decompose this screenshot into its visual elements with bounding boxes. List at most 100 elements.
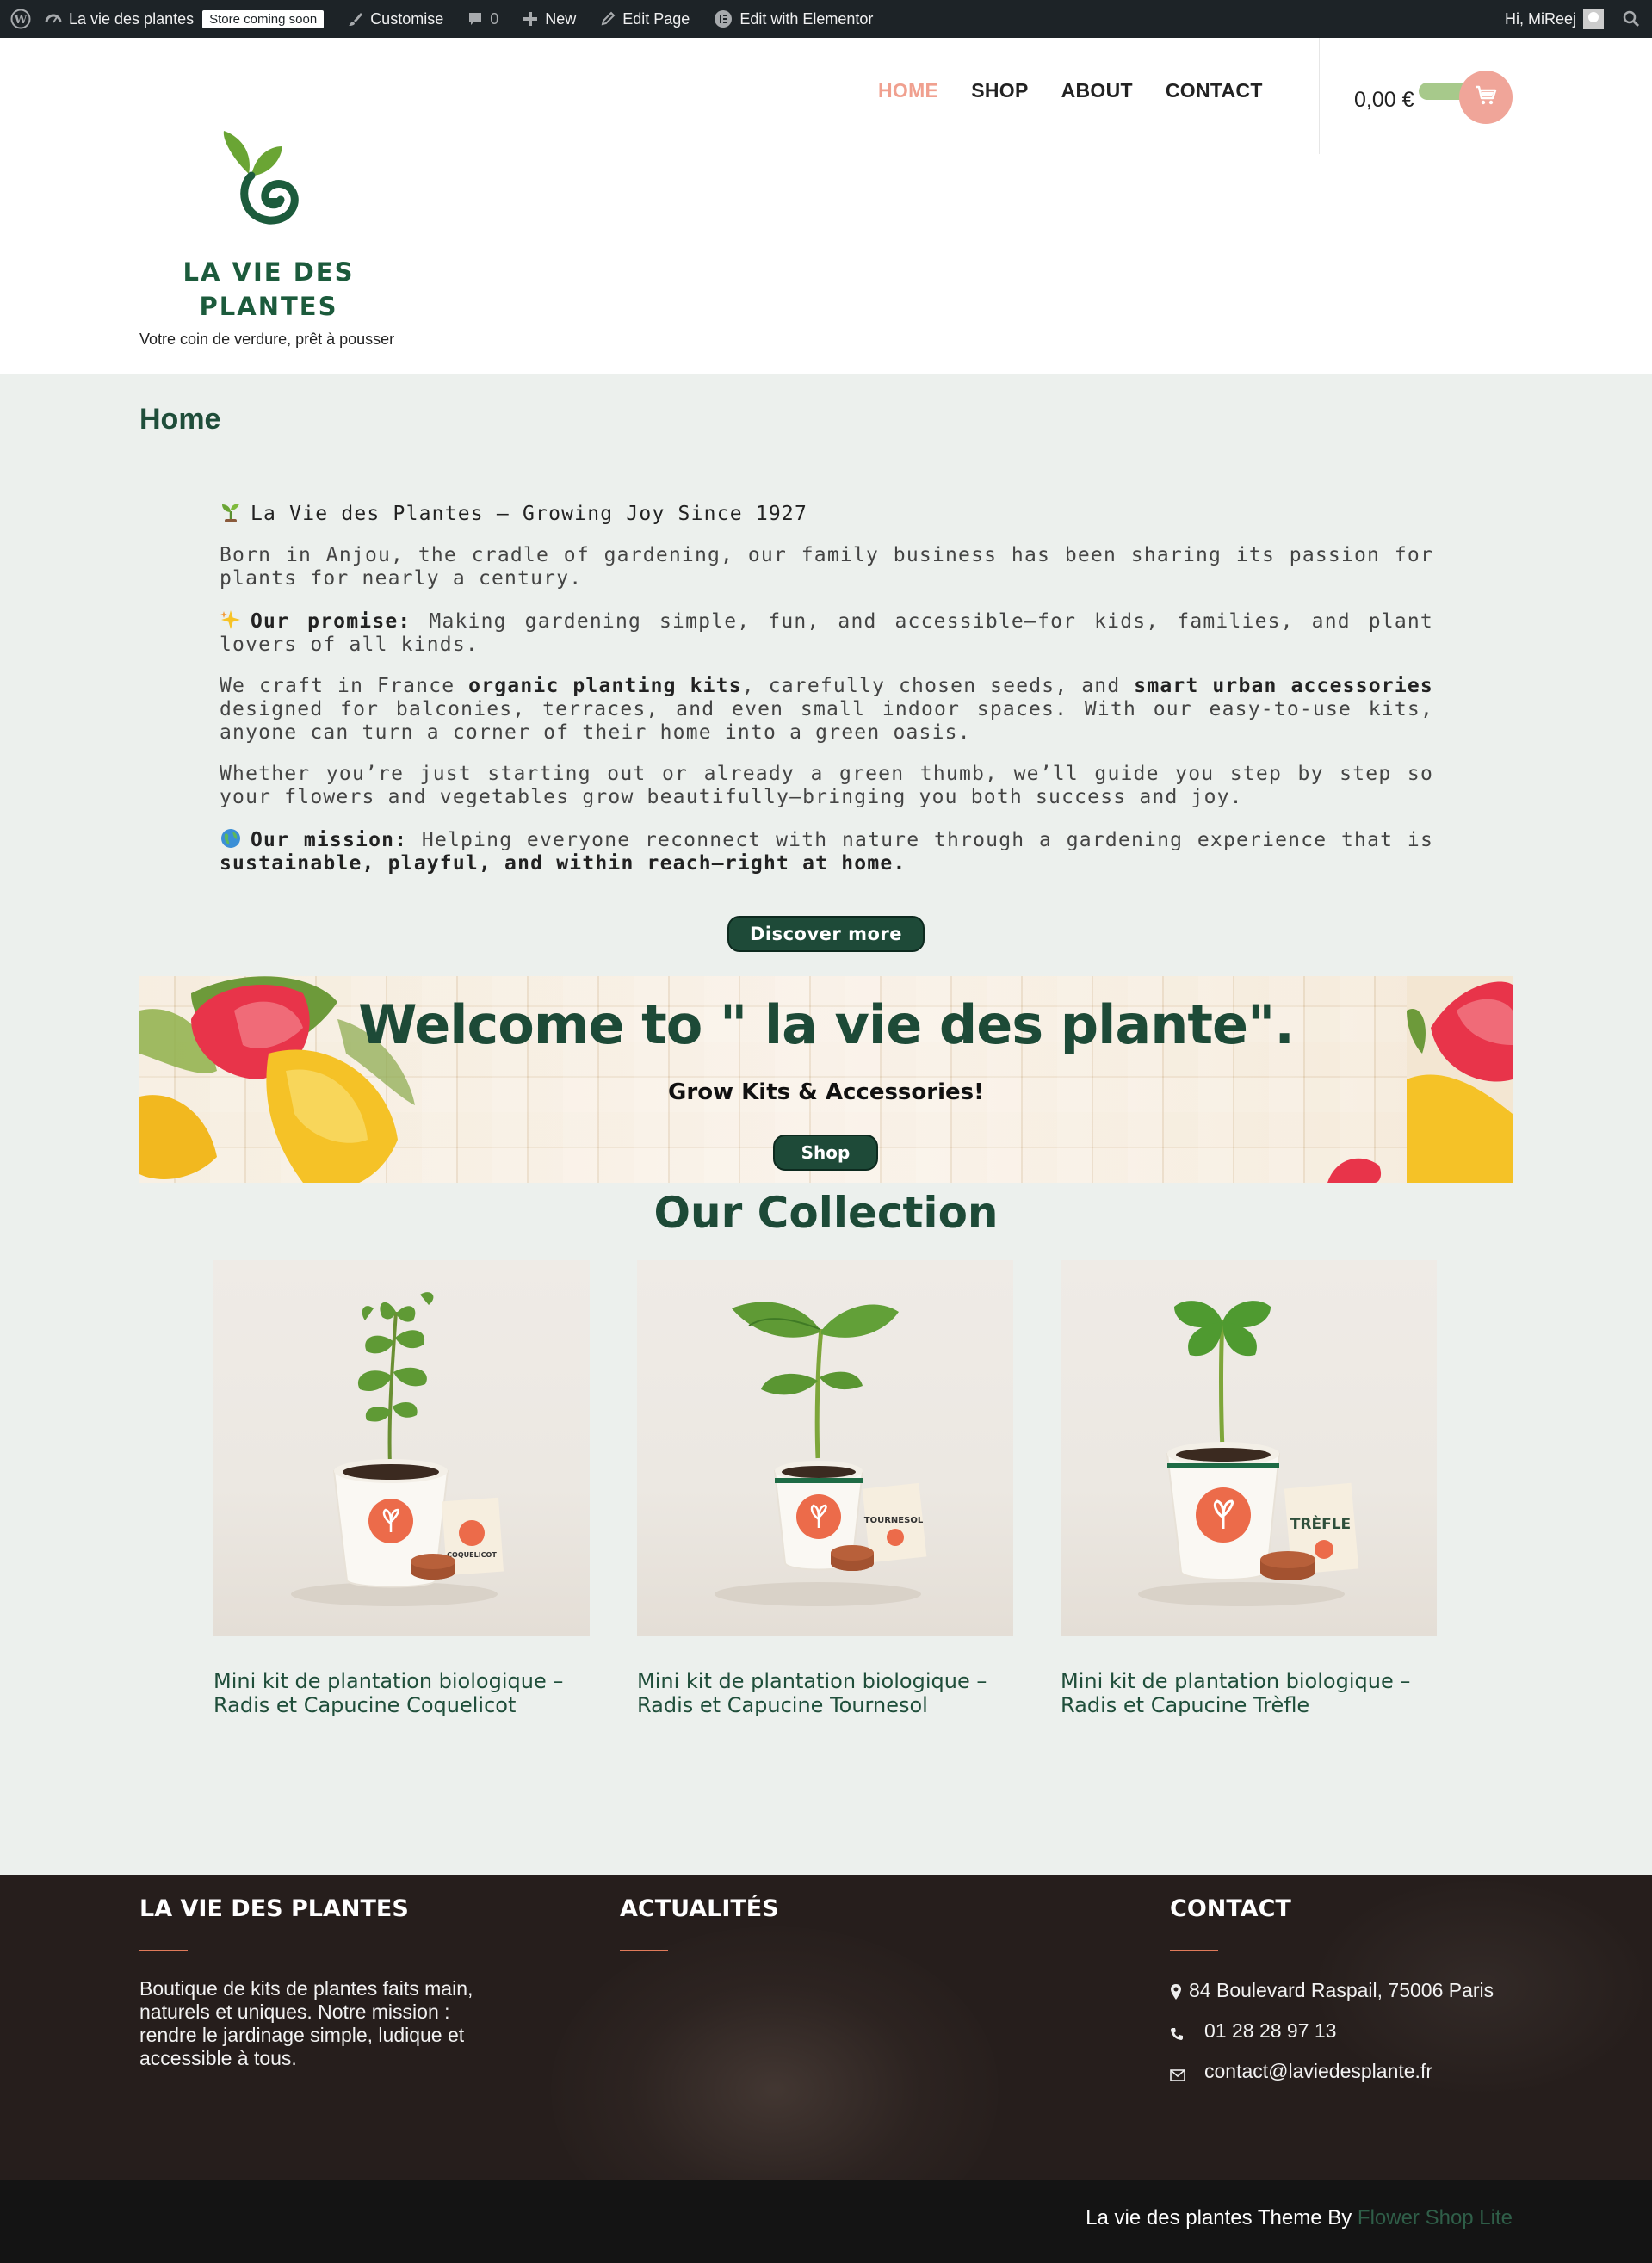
mission-text: Helping everyone reconnect with nature t… [407,829,1433,851]
site-logo[interactable]: LA VIE DES PLANTES [172,124,370,331]
search-icon [1623,10,1640,28]
p3-c: , carefully chosen seeds, and [741,675,1135,697]
cart-button[interactable] [1459,71,1513,124]
site-name-menu[interactable]: La vie des plantes Store coming soon [41,0,336,38]
site-footer: LA VIE DES PLANTES Boutique de kits de p… [0,1875,1652,2180]
logo-mark: LA VIE DES PLANTES [183,131,355,321]
intro-p4-text: Whether you’re just starting out or alre… [220,763,1433,808]
footer-email[interactable]: contact@laviedesplante.fr [1170,2058,1514,2087]
product-card[interactable]: TRÈFLE Mini kit de plantation biologique… [1061,1260,1437,1717]
theme-credit-link[interactable]: Flower Shop Lite [1358,2206,1513,2229]
p3-smart-accessories: smart urban accessories [1134,675,1433,697]
plus-icon [523,11,538,27]
welcome-banner: Welcome to " la vie des plante". Grow Ki… [139,976,1513,1183]
cart-icon [1475,85,1497,109]
phone-text: 01 28 28 97 13 [1204,2019,1337,2042]
product-image-trefle[interactable]: TRÈFLE [1061,1260,1437,1636]
customise-label: Customise [370,9,444,28]
footer-about: LA VIE DES PLANTES Boutique de kits de p… [139,1895,484,2070]
intro-paragraph-4: Whether you’re just starting out or alre… [220,763,1433,809]
edit-elementor-link[interactable]: Edit with Elementor [702,0,885,38]
comments-link[interactable]: 0 [455,0,510,38]
email-text: contact@laviedesplante.fr [1204,2060,1432,2082]
seed-card-label: COQUELICOT [447,1551,497,1559]
product-image-tournesol[interactable]: TOURNESOL [637,1260,1013,1636]
primary-nav: HOME SHOP ABOUT CONTACT [878,79,1296,102]
logo-text-line1: LA VIE DES [183,257,355,287]
new-label: New [545,9,577,28]
store-coming-soon-badge[interactable]: Store coming soon [202,9,325,28]
p3-organic-kits: organic planting kits [468,675,742,697]
cart-total[interactable]: 0,00 € [1354,88,1414,113]
p3-a: We craft in France [220,675,469,697]
banner-shop-button[interactable]: Shop [773,1135,878,1171]
banner-title: Welcome to " la vie des plante". [358,993,1295,1056]
p3-e: designed for balconies, terraces, and ev… [220,698,1433,744]
product-card[interactable]: COQUELICOT Mini kit de plantation biolog… [213,1260,590,1717]
product-image-coquelicot[interactable]: COQUELICOT [213,1260,590,1636]
intro-p1-text: Born in Anjou, the cradle of gardening, … [220,544,1433,590]
footer-phone[interactable]: 01 28 28 97 13 [1170,2018,1514,2047]
wordpress-icon: W [10,9,31,29]
search-button[interactable] [1616,0,1652,38]
seed-card-label: TRÈFLE [1290,1514,1351,1533]
site-header: LA VIE DES PLANTES Votre coin de verdure… [0,38,1652,374]
phone-icon [1170,2018,1194,2047]
comments-count: 0 [490,9,499,28]
page-title: Home [139,403,221,436]
pencil-icon [600,11,616,27]
nav-home[interactable]: HOME [878,79,938,102]
edit-page-link[interactable]: Edit Page [588,0,702,38]
product-name[interactable]: Mini kit de plantation biologique – Radi… [1061,1669,1437,1717]
my-account-menu[interactable]: Hi, MiReej [1493,0,1616,38]
footer-about-title: LA VIE DES PLANTES [139,1895,409,1922]
nav-about[interactable]: ABOUT [1061,79,1133,102]
footer-divider [620,1950,668,1951]
mission-emphasis: sustainable, playful, and within reach—r… [220,852,906,875]
intro-text: La Vie des Plantes – Growing Joy Since 1… [220,501,1433,893]
sparkles-icon [220,609,242,631]
intro-paragraph-5: Our mission: Helping everyone reconnect … [220,827,1433,875]
footer-news: ACTUALITÉS [620,1895,964,1977]
product-name[interactable]: Mini kit de plantation biologique – Radi… [637,1669,1013,1717]
footer-divider [1170,1950,1218,1951]
new-content-menu[interactable]: New [510,0,588,38]
globe-icon [220,827,242,850]
seed-card-label: TOURNESOL [864,1516,924,1525]
theme-credit: La vie des plantes Theme By Flower Shop … [1086,2206,1513,2230]
elementor-icon [714,9,733,28]
footer-about-text: Boutique de kits de plantes faits main, … [139,1977,473,2069]
credit-prefix: La vie des plantes Theme By [1086,2206,1358,2229]
footer-divider [139,1950,188,1951]
mission-label: Our mission: [251,829,408,851]
intro-paragraph-3: We craft in France organic planting kits… [220,675,1433,745]
seedling-icon [220,501,242,523]
nav-shop[interactable]: SHOP [971,79,1028,102]
discover-more-button[interactable]: Discover more [727,916,925,952]
avatar [1583,9,1604,29]
site-tagline: Votre coin de verdure, prêt à pousser [139,331,395,348]
wordpress-menu[interactable]: W [0,0,41,38]
greeting: Hi, MiReej [1504,9,1576,28]
collection-title: Our Collection [653,1188,999,1238]
brush-icon [348,11,363,27]
product-name[interactable]: Mini kit de plantation biologique – Radi… [213,1669,590,1717]
product-card[interactable]: TOURNESOL Mini kit de plantation biologi… [637,1260,1013,1717]
edit-page-label: Edit Page [622,9,690,28]
promise-label: Our promise: [251,610,411,633]
intro-paragraph-2: Our promise: Making gardening simple, fu… [220,609,1433,657]
customise-link[interactable]: Customise [336,0,455,38]
nav-contact[interactable]: CONTACT [1166,79,1263,102]
footer-contact-title: CONTACT [1170,1895,1291,1922]
intro-paragraph-1: Born in Anjou, the cradle of gardening, … [220,544,1433,590]
logo-text-line2: PLANTES [200,292,338,321]
site-name: La vie des plantes [69,9,195,28]
footer-news-title: ACTUALITÉS [620,1895,779,1922]
mail-icon [1170,2058,1194,2087]
banner-subtitle: Grow Kits & Accessories! [668,1079,984,1105]
footer-address: 84 Boulevard Raspail, 75006 Paris [1170,1977,1514,2006]
address-text: 84 Boulevard Raspail, 75006 Paris [1189,1979,1494,2001]
dashboard-icon [45,10,62,28]
comment-icon [467,11,483,27]
header-divider [1319,38,1320,154]
